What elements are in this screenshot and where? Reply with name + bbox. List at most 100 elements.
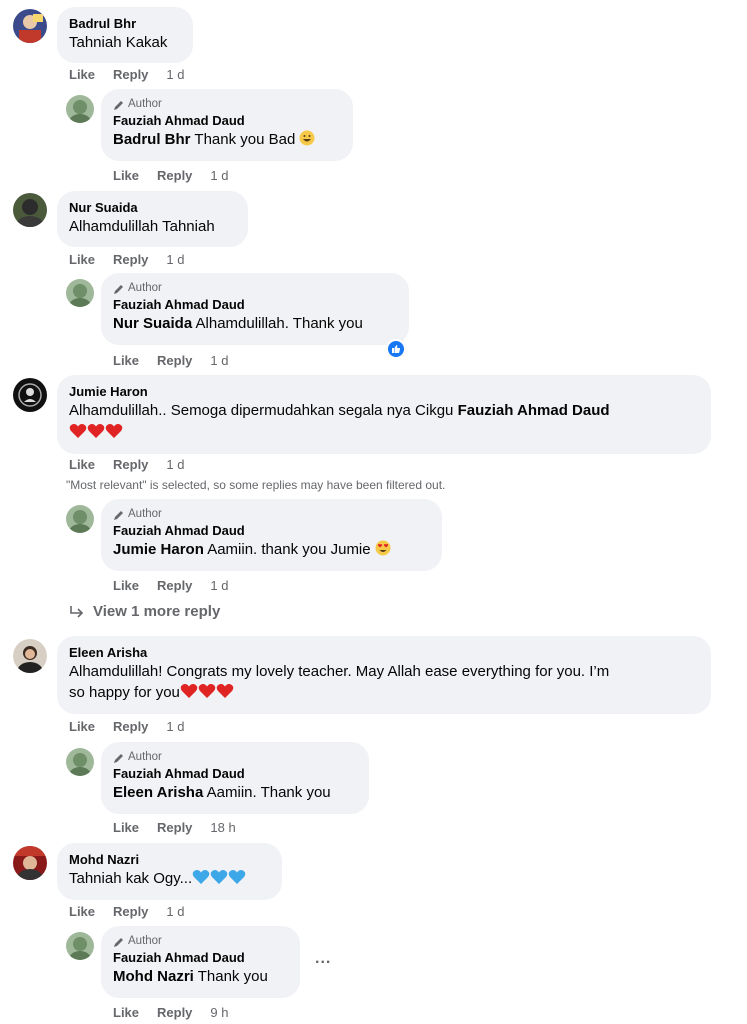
avatar-fauziah[interactable]	[66, 932, 94, 960]
heart-eyes-emoji-icon	[375, 540, 391, 556]
avatar-badrul[interactable]	[13, 9, 47, 43]
author-label: Author	[128, 935, 162, 947]
timestamp[interactable]: 1 d	[210, 353, 228, 369]
reply-actions: Like Reply 1 d	[113, 168, 229, 184]
comment-actions: Like Reply 1 d	[69, 67, 185, 83]
avatar-fauziah[interactable]	[66, 95, 94, 123]
mention-link[interactable]: Jumie Haron	[113, 541, 204, 558]
red-heart-icon	[216, 684, 234, 698]
reply-actions: Like Reply 18 h	[113, 820, 236, 836]
timestamp[interactable]: 1 d	[210, 168, 228, 184]
like-button[interactable]: Like	[113, 578, 139, 594]
comment-text: Tahniah Kakak	[69, 34, 168, 51]
red-heart-icon	[105, 424, 123, 438]
timestamp[interactable]: 1 d	[166, 719, 184, 735]
mention-link[interactable]: Badrul Bhr	[113, 131, 191, 148]
reply-button[interactable]: Reply	[157, 1005, 192, 1021]
red-heart-icon	[69, 424, 87, 438]
pencil-icon	[114, 753, 123, 763]
like-button[interactable]: Like	[113, 353, 139, 369]
mention-link[interactable]: Mohd Nazri	[113, 968, 194, 985]
view-more-label: View 1 more reply	[93, 603, 221, 620]
comment-bubble: Eleen Arisha Alhamdulillah! Congrats my …	[57, 636, 711, 714]
commenter-name[interactable]: Mohd Nazri	[69, 851, 270, 868]
author-label: Author	[128, 508, 162, 520]
author-label: Author	[128, 98, 162, 110]
pencil-icon	[114, 100, 123, 110]
reply-bubble: Author Fauziah Ahmad Daud Badrul Bhr Tha…	[101, 89, 353, 161]
avatar-fauziah[interactable]	[66, 505, 94, 533]
reply-button[interactable]: Reply	[113, 719, 148, 735]
reply-button[interactable]: Reply	[113, 252, 148, 268]
reply-bubble: Author Fauziah Ahmad Daud Mohd Nazri Tha…	[101, 926, 300, 998]
reply-button[interactable]: Reply	[113, 904, 148, 920]
author-label: Author	[128, 282, 162, 294]
timestamp[interactable]: 9 h	[210, 1005, 228, 1021]
commenter-name[interactable]: Badrul Bhr	[69, 15, 181, 32]
replier-name[interactable]: Fauziah Ahmad Daud	[113, 296, 397, 313]
timestamp[interactable]: 18 h	[210, 820, 235, 836]
avatar-nur-suaida[interactable]	[13, 193, 47, 227]
like-button[interactable]: Like	[113, 1005, 139, 1021]
avatar-fauziah[interactable]	[66, 748, 94, 776]
reply-button[interactable]: Reply	[157, 168, 192, 184]
avatar-mohd-nazri[interactable]	[13, 846, 47, 880]
commenter-name[interactable]: Eleen Arisha	[69, 644, 699, 661]
reply-button[interactable]: Reply	[113, 457, 148, 473]
reply-bubble: Author Fauziah Ahmad Daud Eleen Arisha A…	[101, 742, 369, 814]
comment-bubble: Nur Suaida Alhamdulillah Tahniah	[57, 191, 248, 247]
reply-text: Nur Suaida Alhamdulillah. Thank you	[113, 315, 363, 332]
reply-button[interactable]: Reply	[113, 67, 148, 83]
pencil-icon	[114, 937, 123, 947]
blue-heart-icon	[228, 870, 246, 884]
replier-name[interactable]: Fauziah Ahmad Daud	[113, 112, 341, 129]
timestamp[interactable]: 1 d	[166, 67, 184, 83]
comment-bubble: Jumie Haron Alhamdulillah.. Semoga diper…	[57, 375, 711, 454]
more-options-button[interactable]: ...	[315, 950, 331, 968]
mention-link[interactable]: Fauziah Ahmad Daud	[458, 402, 610, 419]
like-reaction-icon[interactable]	[386, 339, 406, 359]
replier-name[interactable]: Fauziah Ahmad Daud	[113, 522, 430, 539]
avatar-jumie-haron[interactable]	[13, 378, 47, 412]
like-button[interactable]: Like	[69, 904, 95, 920]
author-label: Author	[128, 751, 162, 763]
comment-bubble: Mohd Nazri Tahniah kak Ogy...	[57, 843, 282, 900]
mention-link[interactable]: Eleen Arisha	[113, 784, 203, 801]
commenter-name[interactable]: Jumie Haron	[69, 383, 699, 400]
timestamp[interactable]: 1 d	[166, 457, 184, 473]
replier-name[interactable]: Fauziah Ahmad Daud	[113, 949, 288, 966]
like-button[interactable]: Like	[113, 820, 139, 836]
reply-button[interactable]: Reply	[157, 578, 192, 594]
avatar-fauziah[interactable]	[66, 279, 94, 307]
reply-actions: Like Reply 1 d	[113, 353, 229, 369]
comment-actions: Like Reply 1 d	[69, 457, 185, 473]
comment-text: Tahniah kak Ogy...	[69, 868, 270, 889]
grin-emoji-icon	[299, 130, 315, 146]
timestamp[interactable]: 1 d	[210, 578, 228, 594]
heart-emojis	[69, 422, 699, 443]
author-badge: Author	[113, 281, 397, 296]
like-button[interactable]: Like	[69, 67, 95, 83]
red-heart-icon	[198, 684, 216, 698]
comment-text-line1: Alhamdulillah! Congrats my lovely teache…	[69, 663, 610, 680]
comment-actions: Like Reply 1 d	[69, 252, 185, 268]
avatar-eleen-arisha[interactable]	[13, 639, 47, 673]
view-more-replies-button[interactable]: View 1 more reply	[69, 603, 220, 620]
timestamp[interactable]: 1 d	[166, 904, 184, 920]
filter-note: "Most relevant" is selected, so some rep…	[66, 478, 446, 492]
comment-actions: Like Reply 1 d	[69, 719, 185, 735]
like-button[interactable]: Like	[113, 168, 139, 184]
timestamp[interactable]: 1 d	[166, 252, 184, 268]
commenter-name[interactable]: Nur Suaida	[69, 199, 236, 216]
reply-button[interactable]: Reply	[157, 353, 192, 369]
replier-name[interactable]: Fauziah Ahmad Daud	[113, 765, 357, 782]
blue-heart-icon	[192, 870, 210, 884]
red-heart-icon	[180, 684, 198, 698]
reply-button[interactable]: Reply	[157, 820, 192, 836]
like-button[interactable]: Like	[69, 457, 95, 473]
mention-link[interactable]: Nur Suaida	[113, 315, 192, 332]
reply-actions: Like Reply 1 d	[113, 578, 229, 594]
like-button[interactable]: Like	[69, 252, 95, 268]
reply-text: Jumie Haron Aamiin. thank you Jumie	[113, 539, 430, 560]
like-button[interactable]: Like	[69, 719, 95, 735]
